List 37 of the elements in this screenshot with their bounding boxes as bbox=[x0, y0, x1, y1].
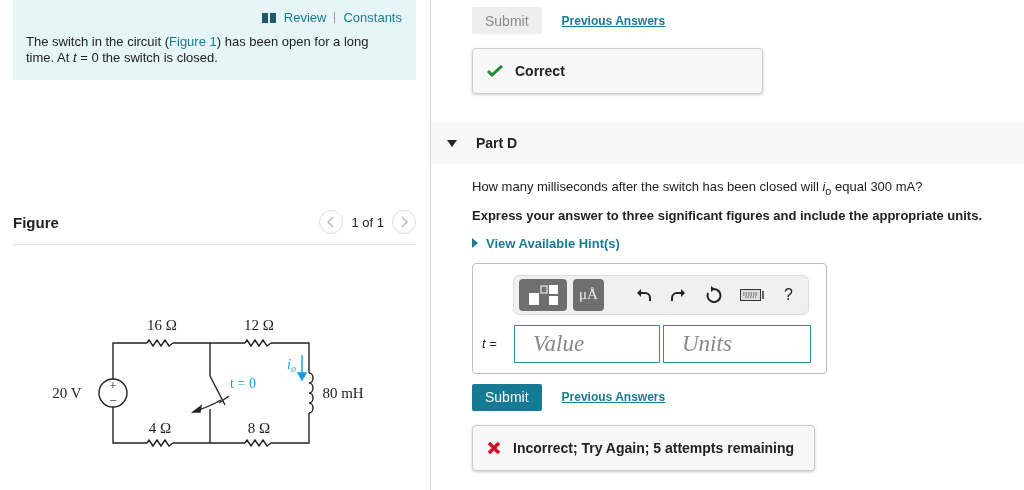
figure-link[interactable]: Figure 1 bbox=[169, 34, 217, 49]
book-icon bbox=[261, 12, 276, 23]
previous-answers-link[interactable]: Previous Answers bbox=[561, 13, 666, 28]
chevron-right-icon bbox=[400, 216, 408, 228]
previous-answers-link[interactable]: Previous Answers bbox=[561, 390, 666, 405]
units-button[interactable]: μÅ bbox=[573, 278, 604, 311]
resistor-label: 16 Ω bbox=[147, 317, 177, 333]
inductor-label: 80 mH bbox=[322, 385, 364, 401]
resistor-label: 8 Ω bbox=[247, 420, 271, 436]
variable-label: t = bbox=[482, 336, 498, 352]
plus-sign: + bbox=[109, 378, 117, 393]
problem-text: The switch in the circuit (Figure 1) has been open for a long time. At t = 0 the switch is closed. bbox=[26, 34, 370, 66]
switch-label: t = 0 bbox=[230, 376, 256, 391]
hint-link[interactable]: View Available Hint(s) bbox=[472, 235, 620, 251]
review-link[interactable]: Review bbox=[283, 10, 327, 25]
source-label: 20 V bbox=[52, 385, 82, 401]
figure-title: Figure bbox=[13, 213, 59, 231]
resistor-label: 12 Ω bbox=[244, 317, 274, 333]
part-header[interactable]: Part D bbox=[431, 122, 1024, 164]
resistor-label: 4 Ω bbox=[148, 420, 172, 436]
value-field[interactable]: Value bbox=[514, 324, 660, 363]
templates-icon bbox=[527, 283, 559, 306]
feedback-message: Incorrect; Try Again; 5 attempts remaining bbox=[472, 424, 815, 471]
help-button[interactable]: ? bbox=[777, 285, 799, 304]
chevron-left-icon bbox=[327, 216, 336, 228]
constants-link[interactable]: Constants bbox=[343, 10, 402, 25]
page-indicator: 1 of 1 bbox=[351, 214, 384, 230]
units-field[interactable]: Units bbox=[663, 324, 811, 363]
instruction-text: Express your answer to three significant figures and include the appropriate units. bbox=[472, 207, 983, 223]
current-label: i$_{o}$ bbox=[287, 357, 296, 374]
templates-button[interactable] bbox=[519, 278, 567, 311]
question-text: How many milliseconds after the switch has been closed will i$_{o}$ equal 300 mA? bbox=[472, 179, 924, 197]
minus-sign: − bbox=[109, 393, 117, 408]
caret-icon bbox=[447, 139, 457, 147]
triangle-icon bbox=[472, 238, 478, 249]
submit-button[interactable]: Submit bbox=[472, 383, 542, 411]
feedback-message: Correct bbox=[472, 48, 763, 94]
